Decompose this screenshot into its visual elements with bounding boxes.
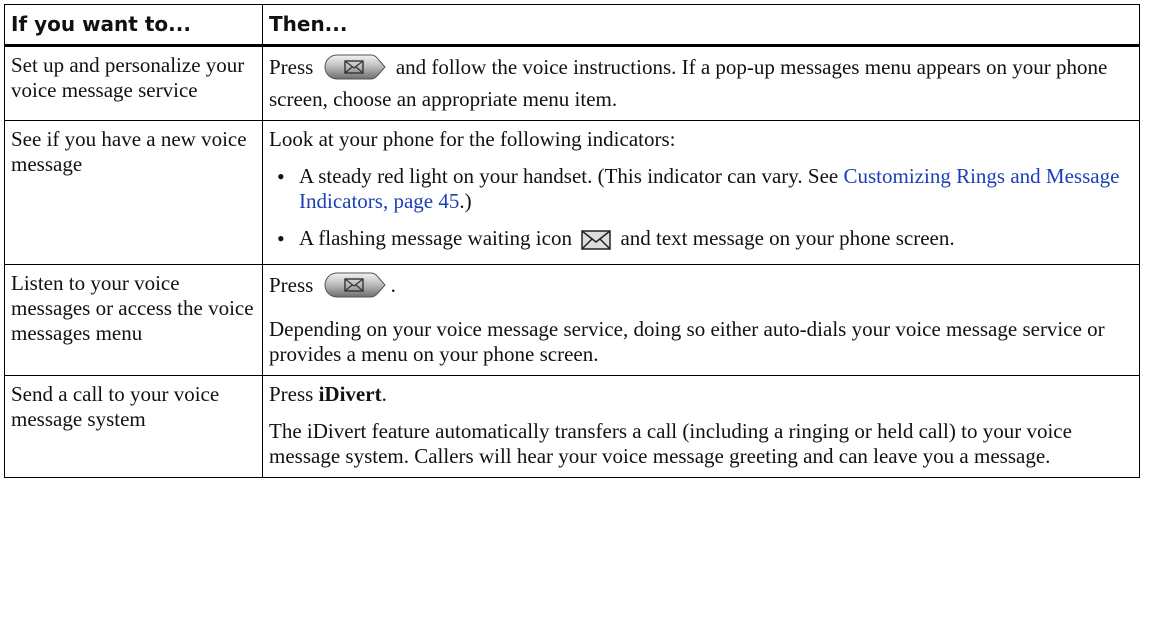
press-text: Press: [269, 273, 314, 297]
list-item: A flashing message waiting icon and text…: [269, 226, 1131, 256]
press-line: Press .: [269, 271, 1131, 305]
table-row: Set up and personalize your voice messag…: [4, 45, 1140, 121]
task-cell: Set up and personalize your voice messag…: [4, 45, 263, 121]
instructions-table: If you want to... Then... Set up and per…: [4, 4, 1140, 478]
table-row: See if you have a new voice message Look…: [4, 120, 1140, 265]
instruction-cell: Press . Depending on your voice message …: [262, 264, 1140, 376]
bullet-text-end: .): [459, 189, 472, 213]
indicator-list: A steady red light on your handset. (Thi…: [269, 164, 1131, 256]
period-text: .: [390, 273, 396, 297]
instruction-cell: Press and follow the voice instructions.…: [262, 45, 1140, 121]
envelope-icon: [581, 230, 611, 256]
list-item: A steady red light on your handset. (Thi…: [269, 164, 1131, 214]
instruction-cell: Press iDivert. The iDivert feature autom…: [262, 375, 1140, 478]
instruction-text: and follow the voice instructions. If a …: [269, 55, 1108, 111]
press-text: Press: [269, 55, 314, 79]
task-cell: Send a call to your voice message system: [4, 375, 263, 478]
bullet-text: A steady red light on your handset. (Thi…: [299, 164, 844, 188]
period-text: .: [381, 382, 387, 406]
header-if-you-want: If you want to...: [4, 4, 263, 47]
messages-button-icon: [323, 53, 387, 87]
task-cell: See if you have a new voice message: [4, 120, 263, 265]
messages-button-icon: [323, 271, 387, 305]
task-cell: Listen to your voice messages or access …: [4, 264, 263, 376]
table-header-row: If you want to... Then...: [4, 4, 1140, 47]
description-text: The iDivert feature automatically transf…: [269, 419, 1072, 468]
press-line: Press iDivert.: [269, 382, 1131, 407]
press-text: Press: [269, 382, 314, 406]
bullet-text: A flashing message waiting icon: [299, 226, 572, 250]
table-row: Send a call to your voice message system…: [4, 375, 1140, 478]
table-row: Listen to your voice messages or access …: [4, 264, 1140, 376]
intro-text: Look at your phone for the following ind…: [269, 127, 676, 151]
idivert-softkey-label: iDivert: [318, 382, 382, 406]
instruction-cell: Look at your phone for the following ind…: [262, 120, 1140, 265]
description-text: Depending on your voice message service,…: [269, 317, 1105, 366]
bullet-text-end: and text message on your phone screen.: [620, 226, 955, 250]
header-then: Then...: [262, 4, 1140, 47]
